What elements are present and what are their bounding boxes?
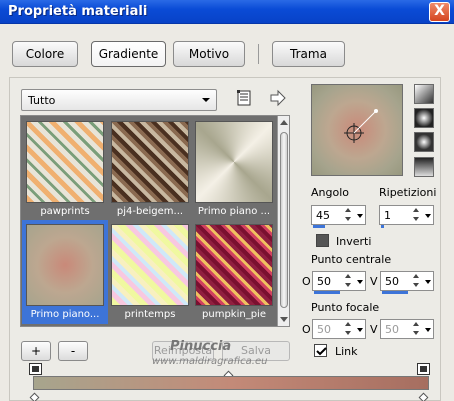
- focal-h-label: O: [302, 323, 311, 336]
- gradient-thumbnail: [111, 121, 189, 203]
- check-icon: [316, 347, 327, 356]
- center-v-slider[interactable]: [382, 291, 408, 294]
- gallery-item-pawprints[interactable]: pawprints: [24, 119, 106, 219]
- angle-slider[interactable]: [313, 225, 325, 228]
- gallery-item-label: printemps: [124, 309, 176, 320]
- spinner-icon[interactable]: [412, 321, 422, 337]
- focal-h-input[interactable]: 50: [312, 319, 366, 339]
- tab-motivo[interactable]: Motivo: [173, 41, 245, 67]
- invert-checkbox[interactable]: [316, 234, 329, 247]
- spinner-icon[interactable]: [344, 207, 354, 223]
- gallery-item-pj4-beigem[interactable]: pj4-beigem...: [109, 119, 191, 219]
- angle-label: Angolo: [311, 186, 349, 199]
- tab-colore[interactable]: Colore: [12, 41, 78, 67]
- repeats-label: Ripetizioni: [379, 186, 437, 199]
- gallery-item-primo-piano-2[interactable]: Primo piano...: [22, 220, 108, 324]
- gradient-thumbnail: [26, 224, 104, 306]
- center-h-input[interactable]: 50: [312, 271, 366, 294]
- gallery-item-label: pumpkin_pie: [202, 309, 266, 320]
- gallery-item-printemps[interactable]: printemps: [109, 222, 191, 322]
- chevron-down-icon[interactable]: [425, 280, 431, 284]
- scroll-thumb[interactable]: [280, 132, 288, 308]
- chevron-down-icon[interactable]: [357, 328, 363, 332]
- gradient-thumbnail: [111, 224, 189, 306]
- focal-h-value: 50: [317, 323, 331, 336]
- repeats-slider[interactable]: [381, 225, 384, 228]
- gradient-thumbnail: [26, 121, 104, 203]
- center-v-label: V: [370, 275, 378, 288]
- category-value: Tutto: [28, 94, 56, 107]
- center-point-label: Punto centrale: [311, 253, 392, 266]
- spinner-icon[interactable]: [344, 321, 354, 337]
- chevron-down-icon: [202, 98, 210, 102]
- angle-value: 45: [316, 209, 330, 222]
- link-label: Link: [335, 345, 358, 358]
- gradient-bar[interactable]: [33, 376, 429, 390]
- center-h-label: O: [302, 275, 311, 288]
- gallery-item-label: pawprints: [40, 206, 90, 217]
- repeats-value: 1: [384, 209, 391, 222]
- tab-separator: [258, 44, 259, 64]
- scroll-up-icon[interactable]: [280, 120, 288, 125]
- title-bar: Proprietà materiali X: [0, 0, 454, 24]
- list-view-icon[interactable]: [235, 89, 253, 107]
- spinner-icon[interactable]: [344, 273, 354, 289]
- tab-gradiente[interactable]: Gradiente: [91, 41, 166, 67]
- sunburst-style-icon[interactable]: [414, 132, 434, 152]
- angle-input[interactable]: 45: [311, 205, 366, 228]
- remove-button[interactable]: -: [58, 341, 88, 361]
- gallery-item-label: pj4-beigem...: [116, 206, 184, 217]
- add-button[interactable]: +: [21, 341, 51, 361]
- radial-style-icon[interactable]: [414, 157, 434, 177]
- center-h-value: 50: [317, 275, 331, 288]
- focal-point-label: Punto focale: [311, 301, 380, 314]
- repeats-input[interactable]: 1: [379, 205, 434, 228]
- spinner-icon[interactable]: [412, 207, 422, 223]
- close-button[interactable]: X: [429, 2, 450, 22]
- gallery-item-pumpkin-pie[interactable]: pumpkin_pie: [193, 222, 275, 322]
- gallery-item-label: Primo piano...: [24, 309, 106, 322]
- rectangular-style-icon[interactable]: [414, 108, 434, 128]
- center-v-input[interactable]: 50: [380, 271, 434, 294]
- window-title: Proprietà materiali: [8, 4, 148, 19]
- arrow-right-icon[interactable]: [269, 89, 287, 107]
- chevron-down-icon[interactable]: [425, 214, 431, 218]
- tab-trama[interactable]: Trama: [272, 41, 345, 67]
- chevron-down-icon[interactable]: [357, 214, 363, 218]
- chevron-down-icon[interactable]: [357, 280, 363, 284]
- chevron-down-icon[interactable]: [425, 328, 431, 332]
- center-h-slider[interactable]: [314, 291, 340, 294]
- focal-v-value: 50: [385, 323, 399, 336]
- gallery-item-primo-piano-1[interactable]: Primo piano ...: [193, 119, 275, 219]
- gradient-thumbnail: [195, 121, 273, 203]
- end-stop-marker[interactable]: [417, 363, 430, 375]
- gradient-thumbnail: [195, 224, 273, 306]
- gallery-scrollbar[interactable]: [277, 116, 289, 326]
- watermark-url: www.maldiragrafica.eu: [152, 356, 268, 367]
- scroll-down-icon[interactable]: [280, 317, 288, 322]
- focal-v-label: V: [370, 323, 378, 336]
- crosshair-icon: [344, 109, 378, 143]
- gallery-item-label: Primo piano ...: [197, 206, 271, 217]
- gradient-preview[interactable]: [311, 84, 403, 176]
- gradient-gallery: pawprints pj4-beigem... Primo piano ... …: [20, 115, 290, 327]
- spinner-icon[interactable]: [412, 273, 422, 289]
- invert-label: Inverti: [336, 235, 372, 248]
- linear-style-icon[interactable]: [414, 84, 434, 104]
- focal-v-input[interactable]: 50: [380, 319, 434, 339]
- category-dropdown[interactable]: Tutto: [21, 89, 217, 111]
- watermark-name: Pinuccia: [170, 339, 232, 354]
- center-v-value: 50: [385, 275, 399, 288]
- start-stop-marker[interactable]: [29, 363, 42, 375]
- link-checkbox[interactable]: [314, 344, 327, 357]
